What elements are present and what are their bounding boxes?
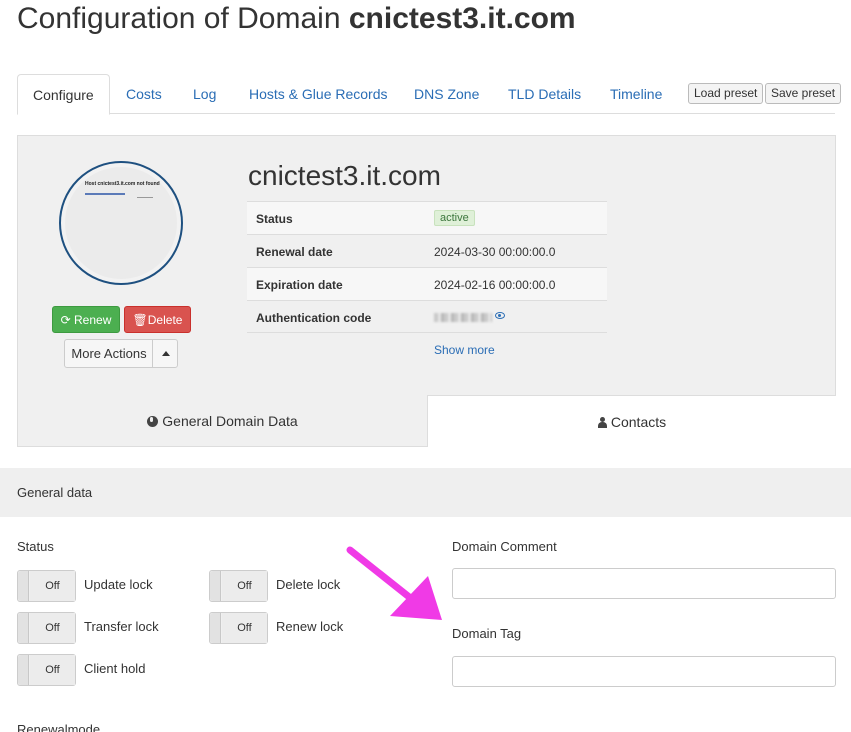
tab-costs[interactable]: Costs	[126, 74, 162, 114]
renewal-date-value: 2024-03-30 00:00:00.0	[434, 245, 556, 259]
status-badge: active	[434, 210, 475, 226]
tab-configure[interactable]: Configure	[17, 74, 110, 115]
domain-overview-panel: Host cnictest3.it.com not found ⟳ Renew …	[17, 135, 836, 447]
toggle-knob	[18, 655, 29, 685]
toggle-state: Off	[30, 655, 75, 685]
thumbnail-text: Host cnictest3.it.com not found	[85, 181, 160, 187]
auth-code-key: Authentication code	[256, 311, 372, 325]
toggle-knob	[210, 613, 221, 643]
thumbnail-line	[137, 197, 153, 198]
delete-button[interactable]: 🗑Delete	[124, 306, 191, 333]
show-more-link[interactable]: Show more	[434, 343, 495, 357]
domain-tag-label: Domain Tag	[452, 626, 522, 641]
thumbnail-line	[85, 193, 125, 195]
transfer-lock-label: Transfer lock	[84, 619, 159, 634]
table-row: Status active	[247, 201, 607, 234]
more-actions-label: More Actions	[71, 346, 147, 361]
domain-comment-label: Domain Comment	[452, 539, 557, 554]
more-actions-toggle[interactable]	[152, 340, 177, 367]
renew-lock-label: Renew lock	[276, 619, 344, 634]
tab-log[interactable]: Log	[193, 74, 216, 114]
page-title: Configuration of Domain cnictest3.it.com	[17, 2, 576, 36]
user-icon	[597, 417, 607, 428]
status-key: Status	[256, 212, 293, 226]
delete-lock-toggle[interactable]: Off	[209, 570, 268, 602]
renewal-date-key: Renewal date	[256, 245, 333, 259]
toggle-knob	[18, 571, 29, 601]
caret-up-icon	[162, 351, 170, 356]
toggle-state: Off	[222, 613, 267, 643]
renew-label: Renew	[74, 313, 112, 327]
tab-dns-zone[interactable]: DNS Zone	[414, 74, 479, 114]
refresh-icon: ⟳	[60, 313, 71, 327]
site-thumbnail: Host cnictest3.it.com not found	[59, 161, 183, 285]
domain-name-heading: cnictest3.it.com	[248, 160, 441, 191]
general-domain-data-label: General Domain Data	[162, 413, 298, 429]
renew-button[interactable]: ⟳ Renew	[52, 306, 120, 333]
renew-lock-toggle[interactable]: Off	[209, 612, 268, 644]
page-title-prefix: Configuration of Domain	[17, 2, 341, 35]
more-actions-button[interactable]: More Actions	[64, 339, 178, 368]
toggle-knob	[210, 571, 221, 601]
general-data-header: General data	[0, 468, 851, 517]
toggle-knob	[18, 613, 29, 643]
save-preset-button[interactable]: Save preset	[765, 83, 842, 104]
page-title-domain: cnictest3.it.com	[348, 2, 576, 35]
contacts-label: Contacts	[610, 414, 667, 430]
table-row: Renewal date 2024-03-30 00:00:00.0	[247, 234, 607, 267]
arrow-shaft	[346, 546, 422, 608]
tab-timeline[interactable]: Timeline	[610, 74, 662, 114]
delete-lock-label: Delete lock	[276, 577, 341, 592]
toggle-state: Off	[222, 571, 267, 601]
load-preset-button[interactable]: Load preset	[688, 83, 764, 104]
transfer-lock-toggle[interactable]: Off	[17, 612, 76, 644]
expiration-date-value: 2024-02-16 00:00:00.0	[434, 278, 556, 292]
eye-icon[interactable]	[495, 312, 505, 319]
table-row: Authentication code	[247, 300, 607, 333]
toggle-state: Off	[30, 571, 75, 601]
annotation-arrow-icon	[346, 546, 442, 620]
status-label: Status	[17, 539, 54, 554]
client-hold-toggle[interactable]: Off	[17, 654, 76, 686]
tab-general-domain-data[interactable]: General Domain Data	[18, 395, 427, 447]
auth-code-masked	[434, 313, 492, 322]
globe-icon	[147, 416, 159, 427]
section-title: General data	[17, 485, 93, 500]
client-hold-label: Client hold	[84, 661, 146, 676]
domain-tag-field[interactable]	[452, 656, 836, 687]
delete-label: Delete	[147, 313, 183, 327]
toggle-state: Off	[30, 613, 75, 643]
renewalmode-label: Renewalmode	[17, 722, 101, 732]
tab-contacts[interactable]: Contacts	[427, 395, 836, 447]
tab-tld-details[interactable]: TLD Details	[508, 74, 581, 114]
tab-hosts-glue-records[interactable]: Hosts & Glue Records	[249, 74, 388, 114]
domain-comment-field[interactable]	[452, 568, 836, 599]
arrow-head	[390, 576, 442, 620]
domain-info-table: Status active Renewal date 2024-03-30 00…	[247, 201, 607, 333]
update-lock-label: Update lock	[84, 577, 153, 592]
trash-icon: 🗑	[132, 313, 148, 327]
expiration-date-key: Expiration date	[256, 278, 343, 292]
update-lock-toggle[interactable]: Off	[17, 570, 76, 602]
table-row: Expiration date 2024-02-16 00:00:00.0	[247, 267, 607, 300]
